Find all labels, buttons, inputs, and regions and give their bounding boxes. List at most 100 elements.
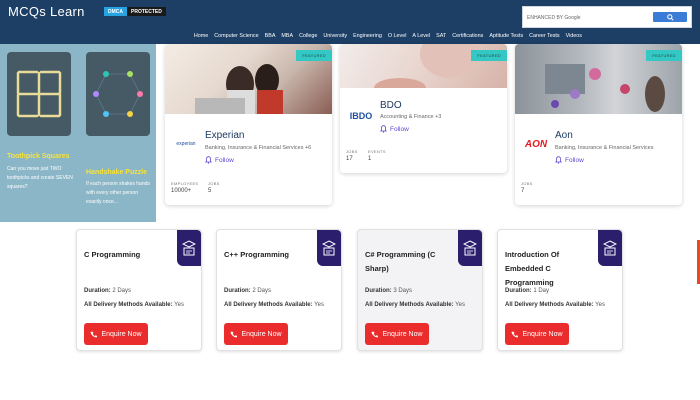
nav-item-engineering[interactable]: Engineering <box>353 33 382 44</box>
phone-icon <box>231 331 238 337</box>
course-duration: Duration: 3 Days <box>365 288 412 294</box>
bell-icon <box>205 156 212 164</box>
duration-value: 1 Day <box>533 288 550 294</box>
graduation-cap-icon <box>603 240 617 256</box>
nav-item-college[interactable]: College <box>299 33 317 44</box>
graduation-cap-icon <box>463 240 477 256</box>
main-nav: Home Computer Science BBA MBA College Un… <box>0 33 700 44</box>
nav-item-aptitude-tests[interactable]: Aptitude Tests <box>489 33 523 44</box>
duration-value: 2 Days <box>112 288 132 294</box>
course-icon <box>317 230 341 266</box>
company-logo: IBDO <box>346 104 376 128</box>
search-button[interactable] <box>653 12 687 22</box>
course-title[interactable]: Introduction Of Embedded C Programming <box>505 248 593 290</box>
featured-badge: FEATURED <box>296 50 332 61</box>
company-industry: Accounting & Finance +3 <box>380 114 442 120</box>
nav-item-a-level[interactable]: A Level <box>412 33 430 44</box>
delivery-label: All Delivery Methods Available: <box>365 302 454 308</box>
course-delivery: All Delivery Methods Available: Yes <box>84 302 184 308</box>
puzzle-title[interactable]: Toothpick Squares <box>7 153 70 160</box>
enquire-now-button[interactable]: Enquire Now <box>224 323 288 345</box>
course-duration: Duration: 2 Days <box>84 288 131 294</box>
phone-icon <box>512 331 519 337</box>
follow-button[interactable]: Follow <box>380 125 409 133</box>
company-logo-text: IBDO <box>349 111 373 121</box>
bell-icon <box>555 156 562 164</box>
course-duration: Duration: 1 Day <box>505 288 549 294</box>
course-title[interactable]: C++ Programming <box>224 248 312 262</box>
duration-label: Duration: <box>505 288 532 294</box>
handshake-network-icon <box>93 71 143 117</box>
stat-label: JOBS <box>521 181 533 186</box>
handshake-puzzle-tile[interactable] <box>86 52 150 136</box>
featured-badge: FEATURED <box>646 50 682 61</box>
course-title[interactable]: C Programming <box>84 248 172 262</box>
course-delivery: All Delivery Methods Available: Yes <box>505 302 605 308</box>
delivery-label: All Delivery Methods Available: <box>224 302 313 308</box>
nav-item-home[interactable]: Home <box>194 33 208 44</box>
delivery-value: Yes <box>174 302 184 308</box>
duration-label: Duration: <box>84 288 111 294</box>
puzzle-description: Can you move just TWO toothpicks and cre… <box>7 166 73 190</box>
nav-item-computer-science[interactable]: Computer Science <box>214 33 258 44</box>
toothpick-puzzle-tile[interactable] <box>7 52 71 136</box>
stat-label: JOBS <box>208 181 220 186</box>
follow-button[interactable]: Follow <box>555 156 584 164</box>
search-input[interactable] <box>527 12 645 24</box>
company-card[interactable]: FEATURED AON Aon Banking, Insurance & Fi… <box>515 44 682 205</box>
featured-badge: FEATURED <box>471 50 507 61</box>
company-name[interactable]: Experian <box>205 130 244 141</box>
graduation-cap-icon <box>182 240 196 256</box>
nav-item-certifications[interactable]: Certifications <box>452 33 483 44</box>
enquire-label: Enquire Now <box>522 330 563 338</box>
company-logo-text: experian <box>176 141 196 147</box>
delivery-label: All Delivery Methods Available: <box>505 302 594 308</box>
company-name[interactable]: Aon <box>555 130 573 141</box>
course-icon <box>458 230 482 266</box>
phone-icon <box>372 331 379 337</box>
enquire-label: Enquire Now <box>382 330 423 338</box>
nav-item-o-level[interactable]: O Level <box>388 33 407 44</box>
graduation-cap-icon <box>322 240 336 256</box>
course-card[interactable]: Introduction Of Embedded C Programming D… <box>497 229 623 351</box>
nav-item-sat[interactable]: SAT <box>436 33 446 44</box>
duration-label: Duration: <box>365 288 392 294</box>
course-delivery: All Delivery Methods Available: Yes <box>365 302 465 308</box>
duration-label: Duration: <box>224 288 251 294</box>
follow-label: Follow <box>565 156 584 164</box>
nav-item-university[interactable]: University <box>323 33 347 44</box>
course-card[interactable]: C++ Programming Duration: 2 Days All Del… <box>216 229 342 351</box>
company-industry: Banking, Insurance & Financial Services … <box>205 145 312 151</box>
course-duration: Duration: 2 Days <box>224 288 271 294</box>
enquire-now-button[interactable]: Enquire Now <box>84 323 148 345</box>
delivery-value: Yes <box>455 302 465 308</box>
nav-item-bba[interactable]: BBA <box>265 33 276 44</box>
toothpick-squares-icon <box>16 70 62 118</box>
enquire-now-button[interactable]: Enquire Now <box>365 323 429 345</box>
site-logo[interactable]: MCQs Learn <box>8 4 85 19</box>
search-box <box>522 6 692 28</box>
follow-label: Follow <box>390 125 409 133</box>
stat-value: 1 <box>368 156 372 162</box>
company-name[interactable]: BDO <box>380 100 402 111</box>
nav-item-mba[interactable]: MBA <box>281 33 293 44</box>
puzzle-title[interactable]: Handshake Puzzle <box>86 169 147 176</box>
delivery-value: Yes <box>314 302 324 308</box>
follow-button[interactable]: Follow <box>205 156 234 164</box>
nav-item-videos[interactable]: Videos <box>566 33 582 44</box>
company-card[interactable]: FEATURED IBDO BDO Accounting & Finance +… <box>340 44 507 173</box>
course-title[interactable]: C# Programming (C Sharp) <box>365 248 453 276</box>
course-card[interactable]: C Programming Duration: 2 Days All Deliv… <box>76 229 202 351</box>
course-card[interactable]: C# Programming (C Sharp) Duration: 3 Day… <box>357 229 483 351</box>
dmca-badge[interactable]: DMCA PROTECTED <box>104 7 166 16</box>
search-icon <box>666 13 674 21</box>
bell-icon <box>380 125 387 133</box>
stat-value: 17 <box>346 156 353 162</box>
company-logo-text: AON <box>524 138 548 150</box>
company-card[interactable]: FEATURED experian Experian Banking, Insu… <box>165 44 332 205</box>
company-industry: Banking, Insurance & Financial Services <box>555 145 654 151</box>
nav-item-career-tests[interactable]: Career Tests <box>529 33 559 44</box>
delivery-label: All Delivery Methods Available: <box>84 302 173 308</box>
course-delivery: All Delivery Methods Available: Yes <box>224 302 324 308</box>
enquire-now-button[interactable]: Enquire Now <box>505 323 569 345</box>
